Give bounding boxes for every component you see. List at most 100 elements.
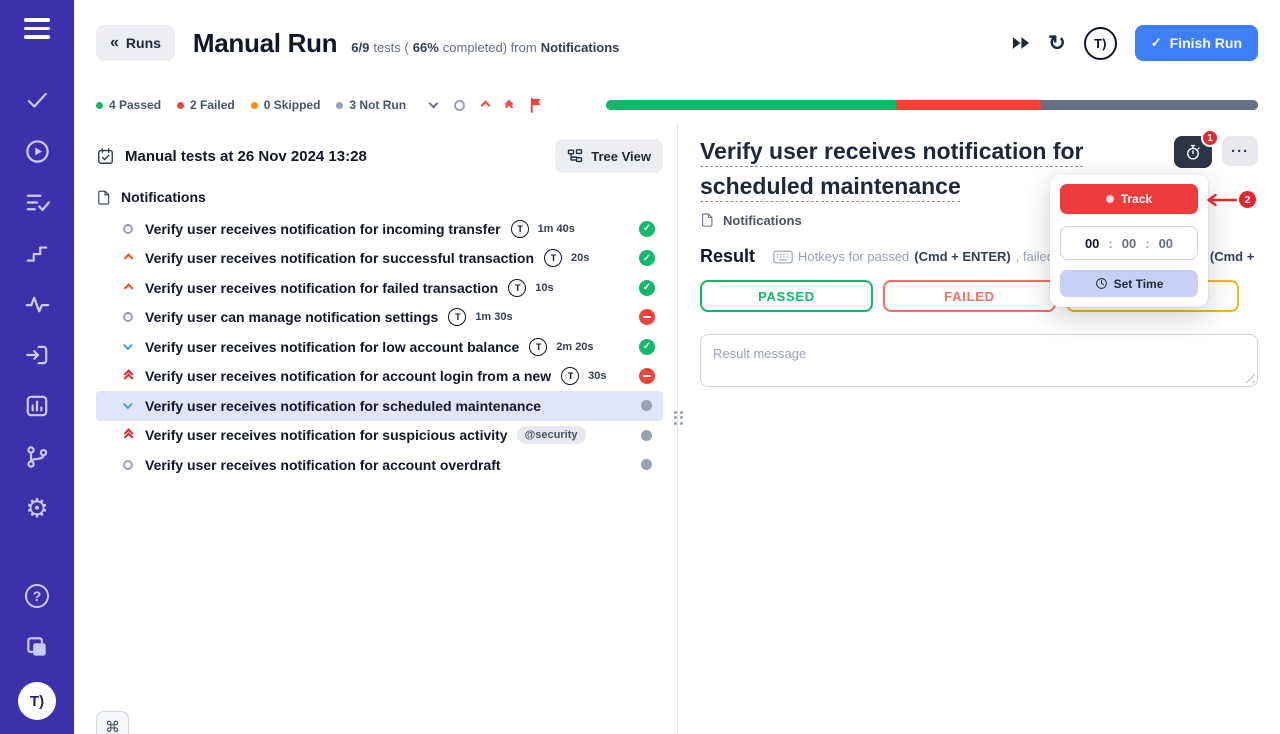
skipped-count[interactable]: 0 Skipped [251, 98, 321, 112]
file-icon [96, 189, 112, 206]
tree-view-label: Tree View [591, 149, 651, 164]
completed-percent: 66% [413, 40, 439, 55]
priority-critical-filter-icon[interactable] [506, 102, 512, 108]
record-dot-icon [1106, 195, 1114, 203]
priority-high-filter-icon[interactable] [481, 100, 491, 110]
testomat-icon[interactable]: T [529, 338, 547, 356]
clock-icon [1095, 277, 1108, 290]
subtitle-source: Notifications [541, 40, 620, 55]
flag-icon[interactable] [529, 97, 542, 113]
back-to-runs-button[interactable]: « Runs [96, 25, 175, 61]
testomat-icon[interactable]: T [511, 220, 529, 238]
tree-view-icon [567, 148, 583, 164]
reports-icon[interactable] [0, 381, 74, 432]
testomat-icon[interactable]: T [508, 279, 526, 297]
sidebar: ⚙ ? T) [0, 0, 74, 734]
flow-icon[interactable] [0, 228, 74, 279]
status-passed-icon [639, 339, 655, 355]
testomat-icon[interactable]: T [561, 367, 579, 385]
app-window: ⚙ ? T) « Runs Manual Run 6/9 tests ( 66%… [0, 0, 1280, 734]
test-duration: 30s [588, 370, 606, 382]
notrun-count[interactable]: 3 Not Run [336, 98, 406, 112]
test-duration: 2m 20s [556, 341, 593, 353]
more-options-button[interactable]: ··· [1222, 136, 1258, 166]
finish-run-button[interactable]: ✓ Finish Run [1135, 25, 1258, 61]
main-area: « Runs Manual Run 6/9 tests ( 66% comple… [74, 0, 1280, 734]
priority-normal-filter-icon[interactable] [454, 100, 465, 111]
fast-forward-icon[interactable] [1011, 35, 1030, 51]
test-row[interactable]: Verify user receives notification for su… [96, 244, 663, 274]
test-title: Verify user receives notification for lo… [145, 339, 519, 355]
content: Manual tests at 26 Nov 2024 13:28 Tree V… [74, 124, 1280, 734]
skipped-dot-icon [251, 102, 258, 109]
test-row[interactable]: Verify user receives notification for fa… [96, 273, 663, 303]
test-row[interactable]: Verify user receives notification for su… [96, 421, 663, 451]
tree-view-button[interactable]: Tree View [555, 139, 663, 173]
gear-icon: ⚙ [25, 495, 48, 521]
status-notrun-icon [641, 430, 652, 441]
test-duration: 20s [571, 252, 589, 264]
test-title: Verify user receives notification for fa… [145, 280, 498, 296]
double-chevron-left-icon: « [110, 37, 119, 50]
priority-critical-icon [120, 373, 136, 380]
test-row[interactable]: Verify user receives notification for ac… [96, 362, 663, 392]
test-row[interactable]: Verify user receives notification for ac… [96, 450, 663, 480]
result-message-input[interactable] [700, 334, 1258, 387]
chevron-down-icon[interactable] [429, 98, 439, 108]
testomat-icon[interactable]: T [544, 249, 562, 267]
subtitle-text2: completed) from [443, 40, 537, 55]
tests-fraction: 6/9 [351, 40, 369, 55]
progress-bar[interactable] [606, 100, 1258, 110]
failed-button[interactable]: FAILED [883, 280, 1056, 312]
test-row[interactable]: Verify user can manage notification sett… [96, 303, 663, 333]
test-list-panel: Manual tests at 26 Nov 2024 13:28 Tree V… [74, 124, 678, 734]
menu-icon[interactable] [24, 18, 50, 39]
test-row[interactable]: Verify user receives notification for in… [96, 214, 663, 244]
hours-value[interactable]: 00 [1085, 236, 1099, 251]
help-icon[interactable]: ? [0, 570, 74, 621]
run-progress-subtitle: 6/9 tests ( 66% completed) from Notifica… [351, 40, 619, 55]
branches-icon[interactable] [0, 432, 74, 483]
testomat-icon[interactable]: T [448, 308, 466, 326]
panel-resize-handle[interactable] [674, 411, 684, 425]
arrow-left-icon [1205, 193, 1237, 207]
runs-icon[interactable] [0, 126, 74, 177]
passed-count[interactable]: 4 Passed [96, 98, 161, 112]
test-title: Verify user receives notification for ac… [145, 457, 501, 473]
file-icon [700, 212, 715, 228]
stopwatch-button[interactable]: 1 [1174, 136, 1212, 168]
stopwatch-icon [1184, 143, 1202, 162]
track-button[interactable]: Track [1060, 184, 1198, 214]
page-title: Manual Run [193, 28, 337, 59]
status-passed-icon [639, 250, 655, 266]
settings-icon[interactable]: ⚙ [0, 483, 74, 534]
timer-history-icon[interactable]: ↻ [1048, 31, 1066, 56]
test-tag-badge[interactable]: @security [517, 426, 586, 444]
set-time-button[interactable]: Set Time [1060, 270, 1198, 297]
suite-group-row[interactable]: Notifications [96, 180, 663, 214]
brand-badge-icon[interactable]: T) [1084, 27, 1117, 60]
run-meta-icon [96, 147, 115, 166]
failed-count[interactable]: 2 Failed [177, 98, 235, 112]
seconds-value[interactable]: 00 [1159, 236, 1173, 251]
test-row-selected[interactable]: Verify user receives notification for sc… [96, 391, 663, 421]
test-title: Verify user can manage notification sett… [145, 309, 438, 325]
projects-icon[interactable] [0, 621, 74, 672]
status-passed-icon [639, 221, 655, 237]
tests-icon[interactable] [0, 75, 74, 126]
test-row[interactable]: Verify user receives notification for lo… [96, 332, 663, 362]
passed-button[interactable]: PASSED [700, 280, 873, 312]
test-title: Verify user receives notification for su… [145, 427, 508, 443]
brand-logo[interactable]: T) [18, 682, 56, 720]
minutes-value[interactable]: 00 [1122, 236, 1136, 251]
pulse-icon[interactable] [0, 279, 74, 330]
track-label: Track [1121, 192, 1152, 206]
run-lists-icon[interactable] [0, 177, 74, 228]
hotkeys-command-button[interactable]: ⌘ [96, 711, 129, 734]
status-passed-icon [639, 280, 655, 296]
import-icon[interactable] [0, 330, 74, 381]
top-actions: ↻ T) ✓ Finish Run [1011, 25, 1258, 61]
priority-high-icon [120, 255, 136, 262]
time-input[interactable]: 00 : 00 : 00 [1060, 226, 1198, 260]
notrun-dot-icon [336, 102, 343, 109]
